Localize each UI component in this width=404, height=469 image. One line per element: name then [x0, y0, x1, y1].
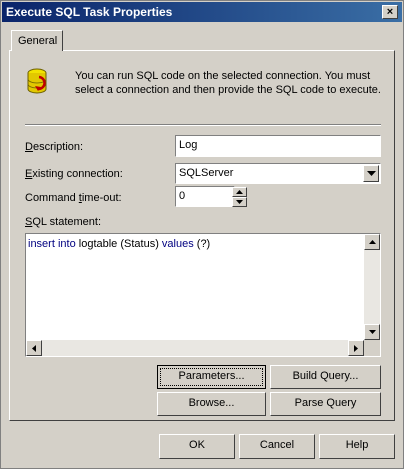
connection-label: Existing connection:	[25, 168, 123, 180]
sql-keyword-insert: insert into	[28, 238, 76, 250]
connection-dropdown-button[interactable]	[363, 165, 379, 182]
cancel-button[interactable]: Cancel	[239, 434, 315, 459]
scroll-left-icon	[32, 345, 36, 352]
connection-select[interactable]: SQLServer	[175, 163, 381, 184]
scroll-up-button[interactable]	[364, 234, 380, 250]
timeout-value: 0	[179, 190, 186, 202]
description-value: Log	[179, 139, 198, 151]
tab-general-label: General	[18, 35, 58, 47]
parse-query-button-label: Parse Query	[294, 397, 357, 409]
parameters-button[interactable]: Parameters...	[157, 365, 266, 389]
parse-query-button[interactable]: Parse Query	[270, 392, 381, 416]
info-text: You can run SQL code on the selected con…	[75, 70, 381, 96]
dialog-window: Execute SQL Task Properties × General Yo…	[0, 0, 404, 469]
build-query-button[interactable]: Build Query...	[270, 365, 381, 389]
timeout-up-button[interactable]	[232, 187, 247, 197]
parameters-button-label: Parameters...	[178, 370, 245, 382]
scroll-down-button[interactable]	[364, 324, 380, 340]
ok-button-label: OK	[189, 439, 205, 451]
chevron-down-icon	[366, 171, 376, 176]
scrollbar-corner	[364, 340, 380, 356]
sql-text-table: logtable (Status)	[75, 238, 162, 250]
spin-down-icon	[236, 200, 243, 204]
sql-label: SQL statement:	[25, 216, 102, 228]
title-bar: Execute SQL Task Properties ×	[2, 2, 402, 22]
sql-horizontal-scrollbar[interactable]	[26, 340, 364, 356]
browse-button-label: Browse...	[188, 397, 235, 409]
cancel-button-label: Cancel	[259, 439, 295, 451]
close-button[interactable]: ×	[382, 5, 398, 19]
sql-task-icon	[27, 68, 47, 94]
spin-up-icon	[236, 190, 243, 194]
window-title: Execute SQL Task Properties	[6, 5, 173, 19]
sql-text-params: (?)	[193, 238, 211, 250]
description-label-text: escription:	[32, 141, 84, 153]
scroll-down-icon	[368, 330, 376, 334]
scroll-left-button[interactable]	[26, 340, 42, 356]
tab-general[interactable]: General	[11, 30, 63, 51]
ok-button[interactable]: OK	[159, 434, 235, 459]
description-field[interactable]: Log	[175, 135, 381, 157]
description-label: Description:	[25, 141, 84, 153]
separator	[25, 124, 381, 126]
help-button[interactable]: Help	[319, 434, 395, 459]
scroll-up-icon	[368, 240, 376, 244]
close-icon: ×	[386, 6, 394, 18]
scroll-right-icon	[354, 345, 358, 352]
sql-editor[interactable]: insert into logtable (Status) values (?)	[25, 233, 381, 357]
sql-vertical-scrollbar[interactable]	[364, 234, 380, 340]
browse-button[interactable]: Browse...	[157, 392, 266, 416]
timeout-down-button[interactable]	[232, 197, 247, 207]
build-query-button-label: Build Query...	[292, 370, 359, 382]
timeout-label: Command time-out:	[25, 192, 122, 204]
scroll-right-button[interactable]	[348, 340, 364, 356]
sql-keyword-values: values	[161, 238, 194, 250]
timeout-stepper[interactable]: 0	[175, 186, 235, 207]
connection-value: SQLServer	[179, 167, 234, 179]
sql-text: insert into logtable (Status) values (?)	[28, 238, 210, 250]
help-button-label: Help	[345, 439, 369, 451]
